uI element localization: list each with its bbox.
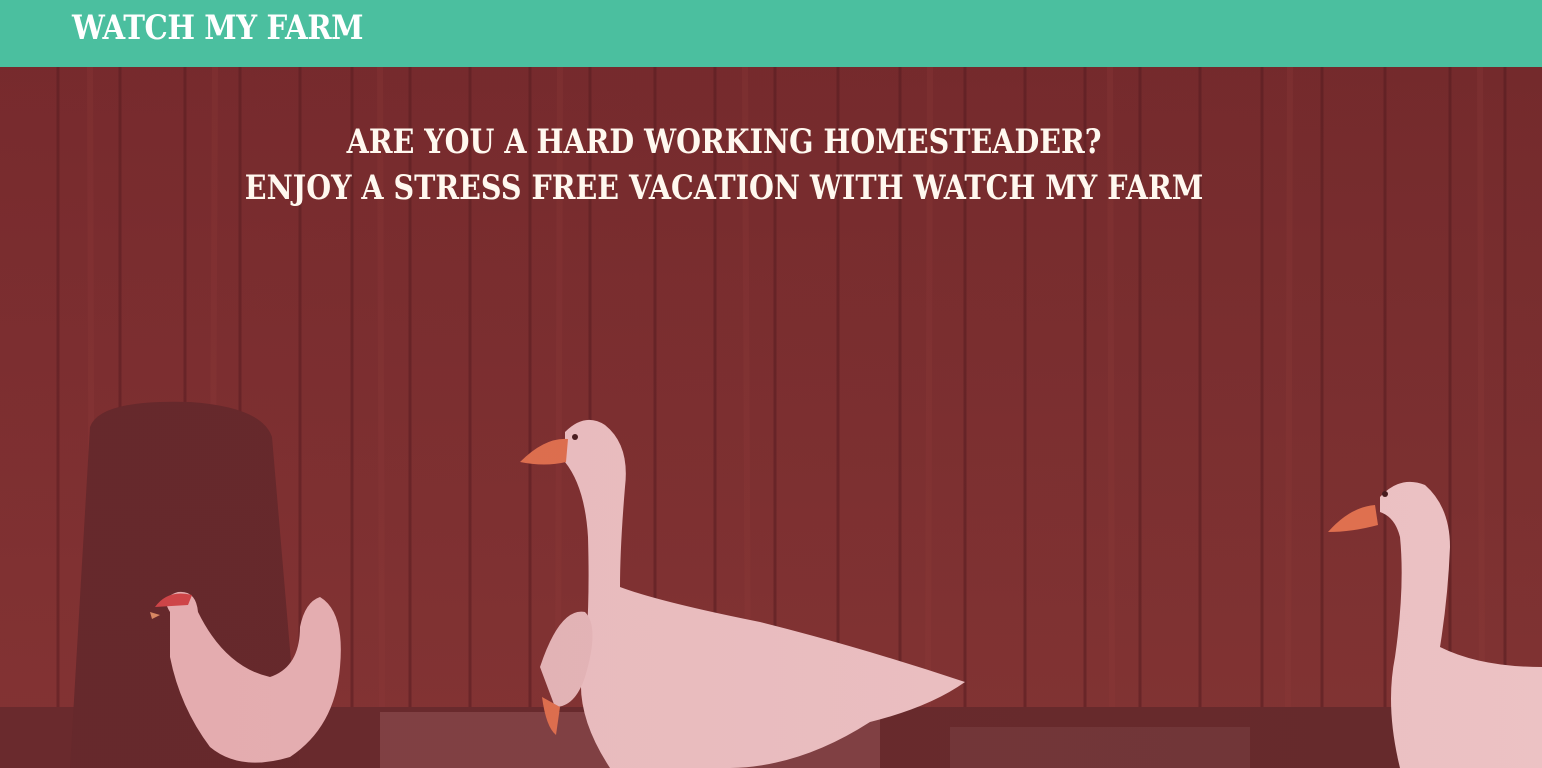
- hero-headline-line-1: ARE YOU A HARD WORKING HOMESTEADER?: [346, 122, 1102, 162]
- top-navbar: WATCH MY FARM: [0, 0, 1542, 67]
- hero-headline-line-2: ENJOY A STRESS FREE VACATION WITH WATCH …: [244, 168, 1204, 208]
- hero-headline: ARE YOU A HARD WORKING HOMESTEADER? ENJO…: [0, 119, 1448, 211]
- brand-logo-link[interactable]: WATCH MY FARM: [72, 8, 364, 48]
- hero-section: ARE YOU A HARD WORKING HOMESTEADER? ENJO…: [0, 67, 1542, 768]
